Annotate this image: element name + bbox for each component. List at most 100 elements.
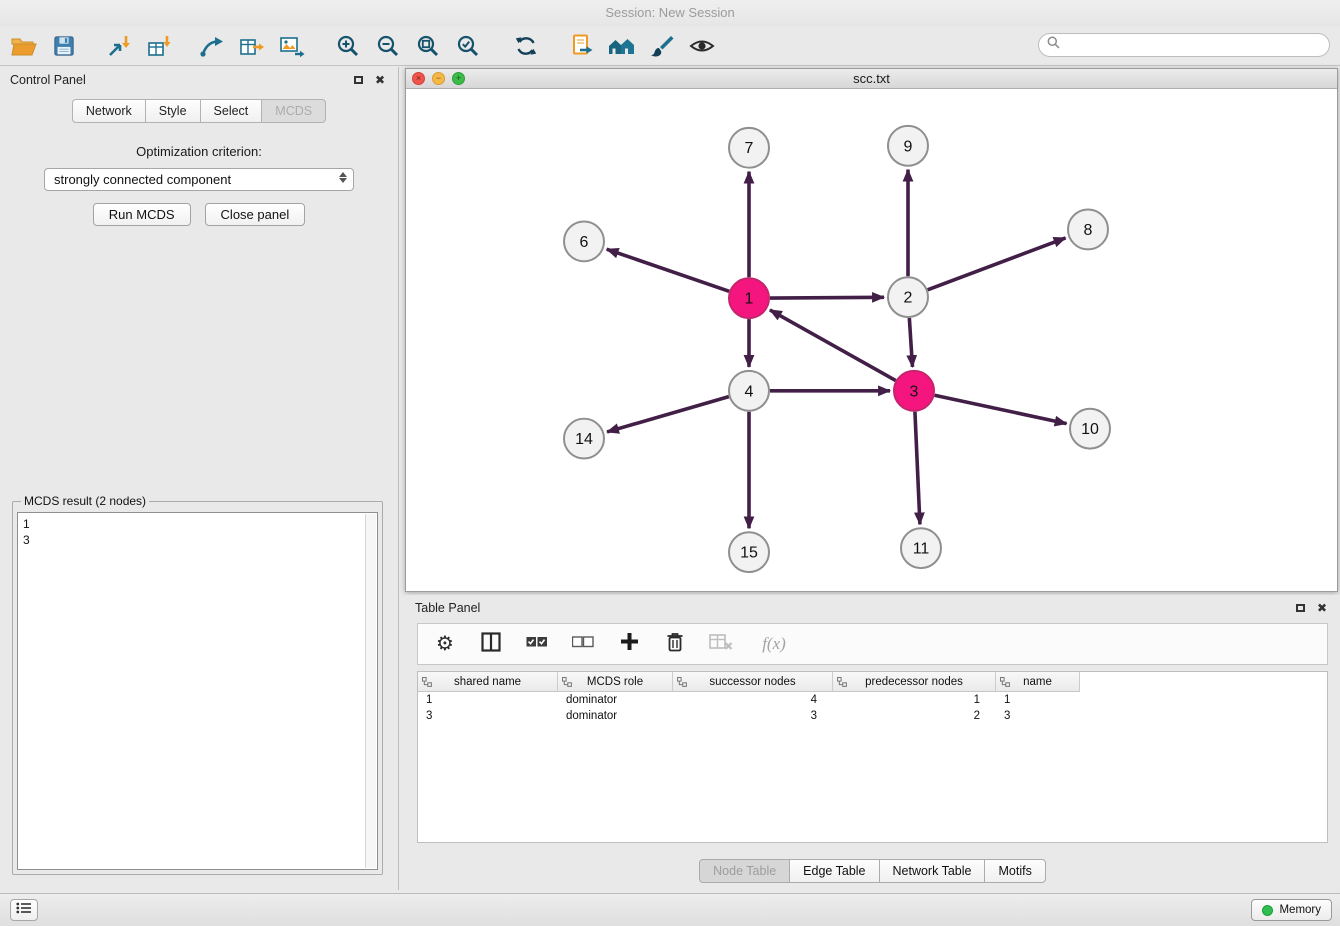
zoom-selected-button[interactable] xyxy=(448,29,488,63)
search-input[interactable] xyxy=(1064,35,1329,55)
node-7[interactable]: 7 xyxy=(729,128,769,168)
table-settings-button[interactable]: ⚙ xyxy=(432,631,458,657)
node-3[interactable]: 3 xyxy=(894,371,934,411)
node-table[interactable]: shared name MCDS role successor nodesprede… xyxy=(417,671,1328,843)
table-cell[interactable]: 1 xyxy=(418,692,558,708)
node-8[interactable]: 8 xyxy=(1068,210,1108,250)
table-cell[interactable]: 3 xyxy=(673,708,833,724)
open-folder-icon xyxy=(11,35,37,57)
fx-icon: f(x) xyxy=(762,634,786,654)
tab-mcds[interactable]: MCDS xyxy=(261,99,326,123)
close-panel-action-button[interactable]: Close panel xyxy=(205,203,306,226)
table-cell[interactable]: dominator xyxy=(558,692,673,708)
select-all-icon xyxy=(526,634,548,655)
table-header-row: shared name MCDS role successor nodesprede… xyxy=(418,672,1327,692)
node-6[interactable]: 6 xyxy=(564,221,604,261)
edge-2-3[interactable] xyxy=(909,318,912,367)
run-mcds-button[interactable]: Run MCDS xyxy=(93,203,191,226)
mcds-result-list[interactable]: 13 xyxy=(17,512,378,870)
window-minimize-button[interactable]: − xyxy=(432,72,445,85)
column-header-name[interactable]: name xyxy=(996,672,1080,692)
network-canvas[interactable]: 7 9 6 8 1 2 4 3 14 10 15 11 xyxy=(406,90,1337,591)
tab-style[interactable]: Style xyxy=(145,99,201,123)
select-all-columns-button[interactable] xyxy=(524,631,550,657)
zoom-fit-button[interactable] xyxy=(408,29,448,63)
edge-4-14[interactable] xyxy=(607,397,729,432)
table-cell[interactable]: 2 xyxy=(833,708,996,724)
refresh-view-button[interactable] xyxy=(506,29,546,63)
table-cell[interactable]: 4 xyxy=(673,692,833,708)
column-header-predecessor-nodes[interactable]: predecessor nodes xyxy=(833,672,996,692)
column-header-successor-nodes[interactable]: successor nodes xyxy=(673,672,833,692)
table-row[interactable]: 1dominator411 xyxy=(418,692,1327,708)
float-icon xyxy=(354,76,363,84)
float-table-panel-button[interactable] xyxy=(1292,600,1308,616)
show-network-overview-button[interactable] xyxy=(602,29,642,63)
mcds-result-item[interactable]: 1 xyxy=(23,516,372,532)
copy-network-view-button[interactable] xyxy=(562,29,602,63)
export-image-button[interactable] xyxy=(272,29,312,63)
node-11[interactable]: 11 xyxy=(901,528,941,568)
table-cell[interactable]: dominator xyxy=(558,708,673,724)
apply-visual-style-button[interactable] xyxy=(642,29,682,63)
node-14[interactable]: 14 xyxy=(564,419,604,459)
memory-button[interactable]: Memory xyxy=(1251,899,1332,921)
table-cell[interactable]: 1 xyxy=(833,692,996,708)
destroy-table-button[interactable] xyxy=(708,631,734,657)
column-header-shared-name[interactable]: shared name xyxy=(418,672,558,692)
edge-3-10[interactable] xyxy=(935,395,1067,423)
edge-3-1[interactable] xyxy=(770,310,896,381)
table-cell[interactable]: 3 xyxy=(996,708,1080,724)
search-field[interactable] xyxy=(1038,33,1330,57)
tab-network-table[interactable]: Network Table xyxy=(879,859,986,883)
column-header-label: shared name xyxy=(454,676,521,688)
column-header-mcds-role[interactable]: MCDS role xyxy=(558,672,673,692)
save-session-button[interactable] xyxy=(44,29,84,63)
edge-1-6[interactable] xyxy=(607,249,729,291)
zoom-in-button[interactable] xyxy=(328,29,368,63)
node-15[interactable]: 15 xyxy=(729,532,769,572)
tab-motifs[interactable]: Motifs xyxy=(984,859,1045,883)
close-table-panel-button[interactable]: ✖ xyxy=(1314,600,1330,616)
window-zoom-button[interactable]: + xyxy=(452,72,465,85)
export-table-button[interactable] xyxy=(232,29,272,63)
export-network-button[interactable] xyxy=(192,29,232,63)
float-panel-button[interactable] xyxy=(350,72,366,88)
tab-edge-table[interactable]: Edge Table xyxy=(789,859,879,883)
table-row[interactable]: 3dominator323 xyxy=(418,708,1327,724)
import-table-button[interactable] xyxy=(140,29,180,63)
show-columns-button[interactable] xyxy=(478,631,504,657)
tab-select[interactable]: Select xyxy=(200,99,263,123)
float-icon xyxy=(1296,604,1305,612)
table-cell[interactable]: 3 xyxy=(418,708,558,724)
memory-status-icon xyxy=(1262,905,1273,916)
column-header-label: MCDS role xyxy=(587,676,643,688)
svg-text:7: 7 xyxy=(745,140,754,157)
import-network-button[interactable] xyxy=(100,29,140,63)
delete-column-button[interactable] xyxy=(662,631,688,657)
zoom-out-button[interactable] xyxy=(368,29,408,63)
open-file-button[interactable] xyxy=(4,29,44,63)
node-10[interactable]: 10 xyxy=(1070,409,1110,449)
edge-1-2[interactable] xyxy=(770,297,884,298)
toggle-graphics-details-button[interactable] xyxy=(682,29,722,63)
result-scrollbar[interactable] xyxy=(365,514,376,868)
edge-2-8[interactable] xyxy=(928,238,1066,290)
close-panel-button[interactable]: ✖ xyxy=(372,72,388,88)
tab-node-table[interactable]: Node Table xyxy=(699,859,790,883)
network-graph[interactable]: 7 9 6 8 1 2 4 3 14 10 15 11 xyxy=(406,90,1337,591)
unselect-all-columns-button[interactable] xyxy=(570,631,596,657)
mcds-result-item[interactable]: 3 xyxy=(23,532,372,548)
node-2[interactable]: 2 xyxy=(888,277,928,317)
window-close-button[interactable]: × xyxy=(412,72,425,85)
criterion-dropdown[interactable]: strongly connected component xyxy=(44,168,354,191)
function-builder-button[interactable]: f(x) xyxy=(754,631,794,657)
create-column-button[interactable] xyxy=(616,631,642,657)
task-history-button[interactable] xyxy=(10,899,38,921)
tab-network[interactable]: Network xyxy=(72,99,146,123)
edge-3-11[interactable] xyxy=(915,412,920,525)
node-1[interactable]: 1 xyxy=(729,278,769,318)
table-cell[interactable]: 1 xyxy=(996,692,1080,708)
node-9[interactable]: 9 xyxy=(888,126,928,166)
node-4[interactable]: 4 xyxy=(729,371,769,411)
